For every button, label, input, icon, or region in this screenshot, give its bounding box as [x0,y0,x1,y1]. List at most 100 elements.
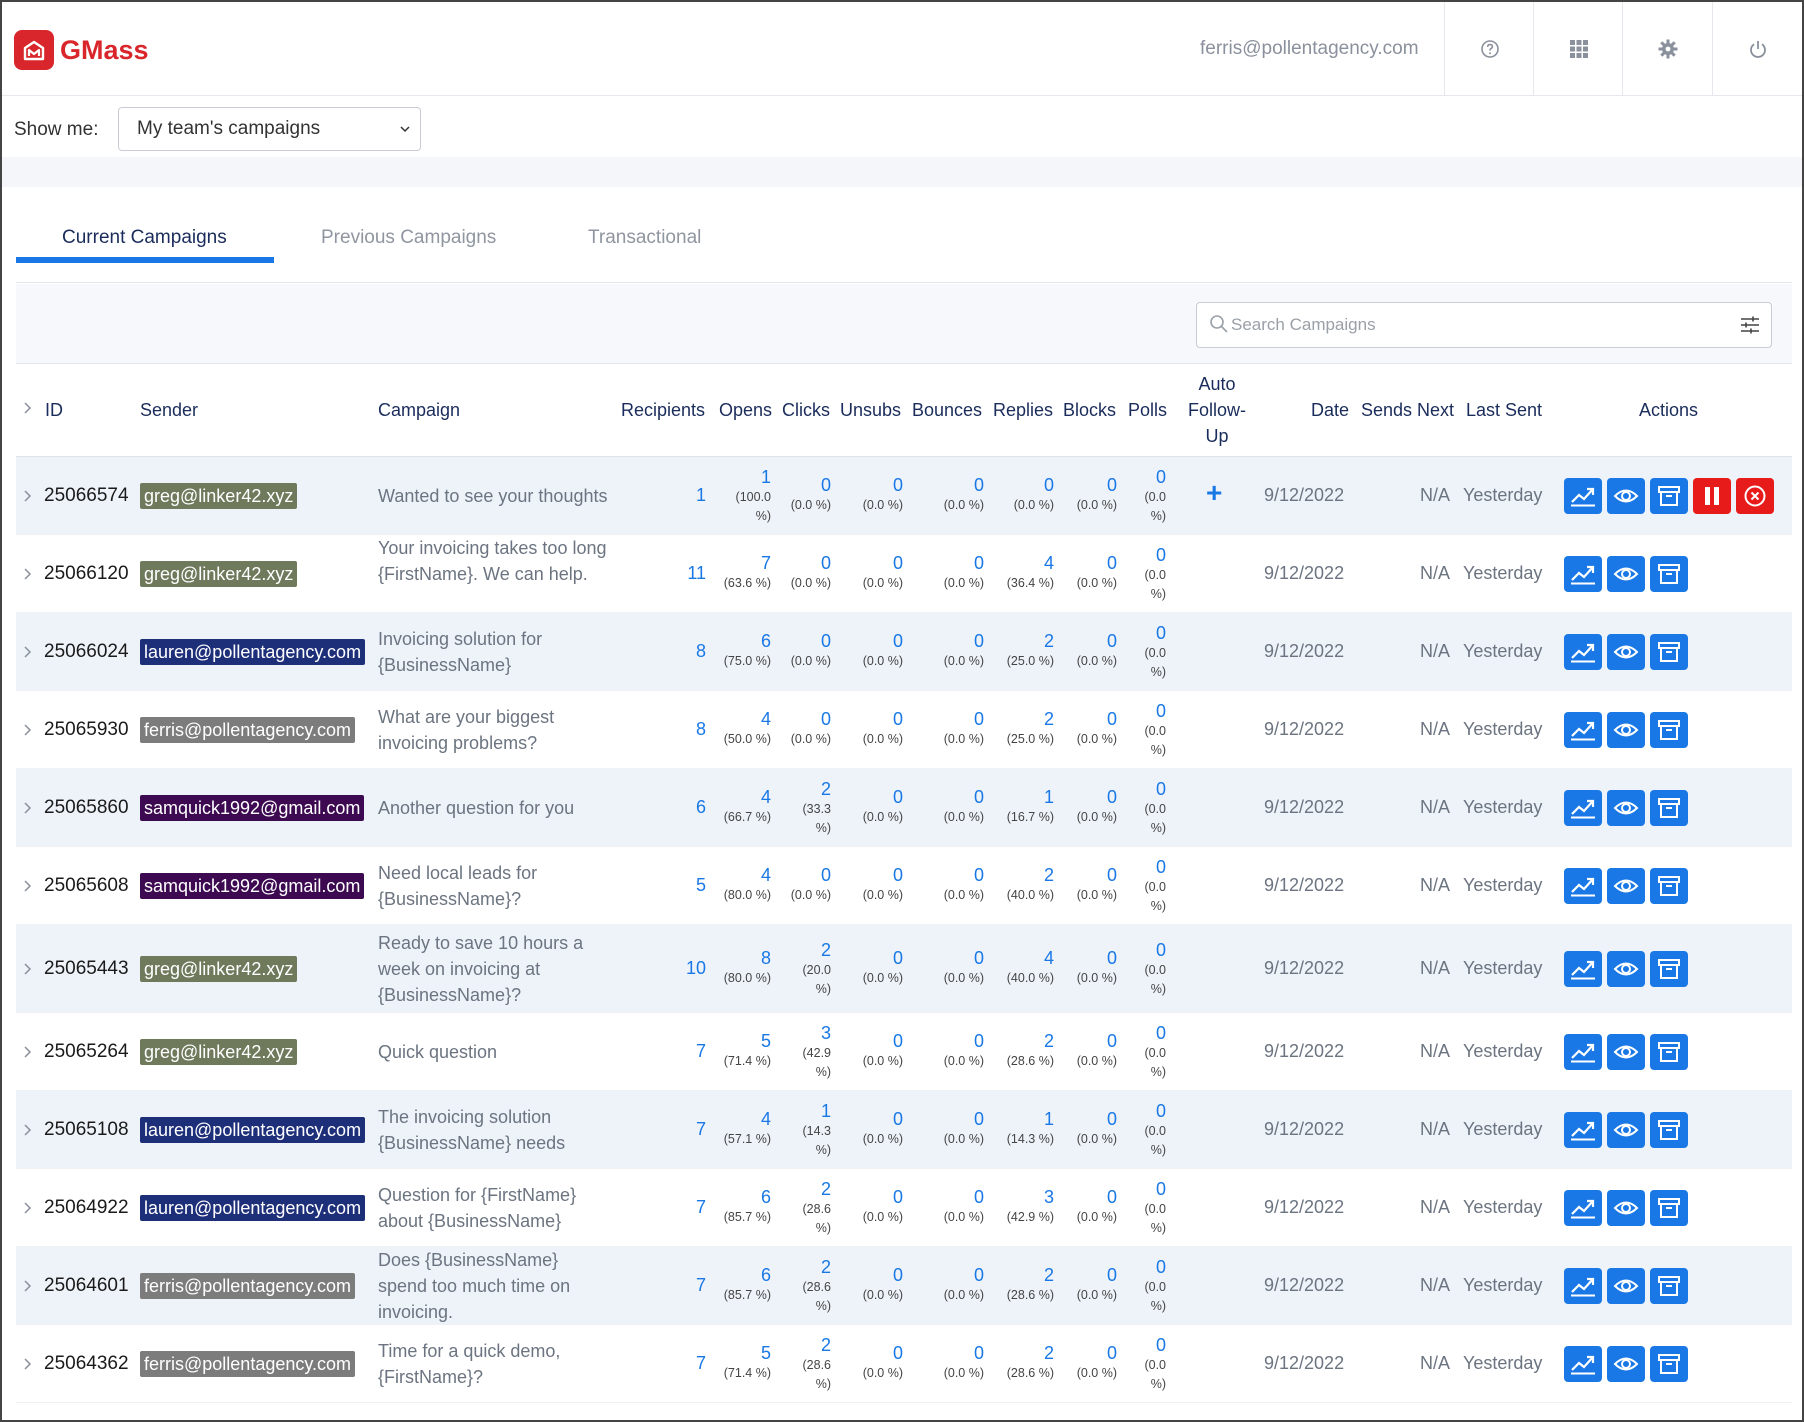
clicks-count[interactable]: 2 [803,940,831,961]
col-id[interactable]: ID [45,400,63,421]
unsubs-count[interactable]: 0 [863,475,903,496]
opens-count[interactable]: 6 [724,1265,771,1286]
clicks-count[interactable]: 0 [791,709,831,730]
campaign-subject[interactable]: What are your biggest invoicing problems… [378,704,608,756]
opens-count[interactable]: 5 [724,1343,771,1364]
expand-row-icon[interactable] [22,1357,34,1371]
help-button[interactable] [1444,2,1534,96]
archive-button[interactable] [1650,1268,1688,1304]
table-row[interactable]: 25066024 lauren@pollentagency.com Invoic… [16,613,1792,691]
bounces-count[interactable]: 0 [944,553,984,574]
filter-sliders-icon[interactable] [1739,315,1761,335]
polls-count[interactable]: 0 [1144,857,1166,878]
expand-row-icon[interactable] [22,723,34,737]
col-bounces[interactable]: Bounces [912,400,982,421]
report-button[interactable] [1564,1112,1602,1148]
col-sends-next[interactable]: Sends Next [1361,400,1454,421]
view-button[interactable] [1607,1112,1645,1148]
view-button[interactable] [1607,1346,1645,1382]
bounces-count[interactable]: 0 [944,475,984,496]
apps-button[interactable] [1533,2,1623,96]
polls-count[interactable]: 0 [1144,779,1166,800]
recipients-count[interactable]: 7 [696,1119,706,1140]
col-polls[interactable]: Polls [1128,400,1167,421]
table-row[interactable]: 25065608 samquick1992@gmail.com Need loc… [16,847,1792,925]
opens-count[interactable]: 1 [736,467,771,488]
recipients-count[interactable]: 7 [696,1041,706,1062]
recipients-count[interactable]: 8 [696,641,706,662]
unsubs-count[interactable]: 0 [863,1109,903,1130]
view-button[interactable] [1607,790,1645,826]
replies-count[interactable]: 1 [1007,787,1054,808]
campaign-subject[interactable]: Need local leads for {BusinessName}? [378,860,608,912]
col-unsubs[interactable]: Unsubs [840,400,901,421]
recipients-count[interactable]: 7 [696,1275,706,1296]
campaign-subject[interactable]: The invoicing solution {BusinessName} ne… [378,1104,608,1156]
replies-count[interactable]: 4 [1007,948,1054,969]
archive-button[interactable] [1650,951,1688,987]
unsubs-count[interactable]: 0 [863,631,903,652]
blocks-count[interactable]: 0 [1077,865,1117,886]
campaign-subject[interactable]: Ready to save 10 hours a week on invoici… [378,930,608,1008]
recipients-count[interactable]: 11 [687,563,706,584]
unsubs-count[interactable]: 0 [863,1031,903,1052]
blocks-count[interactable]: 0 [1077,787,1117,808]
polls-count[interactable]: 0 [1144,623,1166,644]
archive-button[interactable] [1650,1346,1688,1382]
pause-button[interactable] [1693,478,1731,514]
tab-previous-campaigns[interactable]: Previous Campaigns [321,227,496,249]
polls-count[interactable]: 0 [1144,1179,1166,1200]
bounces-count[interactable]: 0 [944,1187,984,1208]
bounces-count[interactable]: 0 [944,1343,984,1364]
archive-button[interactable] [1650,790,1688,826]
bounces-count[interactable]: 0 [944,787,984,808]
col-clicks[interactable]: Clicks [782,400,830,421]
clicks-count[interactable]: 2 [803,779,831,800]
clicks-count[interactable]: 1 [803,1101,831,1122]
unsubs-count[interactable]: 0 [863,1343,903,1364]
col-last-sent[interactable]: Last Sent [1466,400,1542,421]
replies-count[interactable]: 1 [1007,1109,1054,1130]
clicks-count[interactable]: 0 [791,631,831,652]
polls-count[interactable]: 0 [1144,1023,1166,1044]
polls-count[interactable]: 0 [1144,545,1166,566]
blocks-count[interactable]: 0 [1077,1031,1117,1052]
table-row[interactable]: 25064601 ferris@pollentagency.com Does {… [16,1247,1792,1325]
campaign-scope-select[interactable]: My team's campaigns [118,107,421,151]
col-campaign[interactable]: Campaign [378,400,460,421]
report-button[interactable] [1564,790,1602,826]
opens-count[interactable]: 4 [724,865,771,886]
tab-current-campaigns[interactable]: Current Campaigns [62,227,227,249]
polls-count[interactable]: 0 [1144,467,1166,488]
opens-count[interactable]: 7 [724,553,771,574]
polls-count[interactable]: 0 [1144,1101,1166,1122]
blocks-count[interactable]: 0 [1077,948,1117,969]
replies-count[interactable]: 3 [1007,1187,1054,1208]
campaign-subject[interactable]: Question for {FirstName} about {Business… [378,1182,608,1234]
polls-count[interactable]: 0 [1144,940,1166,961]
archive-button[interactable] [1650,712,1688,748]
replies-count[interactable]: 2 [1007,631,1054,652]
blocks-count[interactable]: 0 [1077,1343,1117,1364]
recipients-count[interactable]: 7 [696,1197,706,1218]
replies-count[interactable]: 2 [1007,1031,1054,1052]
replies-count[interactable]: 2 [1007,1343,1054,1364]
expand-row-icon[interactable] [22,489,34,503]
col-recipients[interactable]: Recipients [621,400,705,421]
unsubs-count[interactable]: 0 [863,948,903,969]
recipients-count[interactable]: 5 [696,875,706,896]
opens-count[interactable]: 4 [724,787,771,808]
opens-count[interactable]: 6 [724,631,771,652]
expand-row-icon[interactable] [22,1123,34,1137]
report-button[interactable] [1564,868,1602,904]
col-replies[interactable]: Replies [993,400,1053,421]
replies-count[interactable]: 4 [1007,553,1054,574]
blocks-count[interactable]: 0 [1077,1109,1117,1130]
blocks-count[interactable]: 0 [1077,1265,1117,1286]
table-row[interactable]: 25066574 greg@linker42.xyz Wanted to see… [16,457,1792,535]
clicks-count[interactable]: 3 [803,1023,831,1044]
clicks-count[interactable]: 2 [803,1257,831,1278]
view-button[interactable] [1607,1190,1645,1226]
search-box[interactable] [1196,302,1772,348]
unsubs-count[interactable]: 0 [863,709,903,730]
